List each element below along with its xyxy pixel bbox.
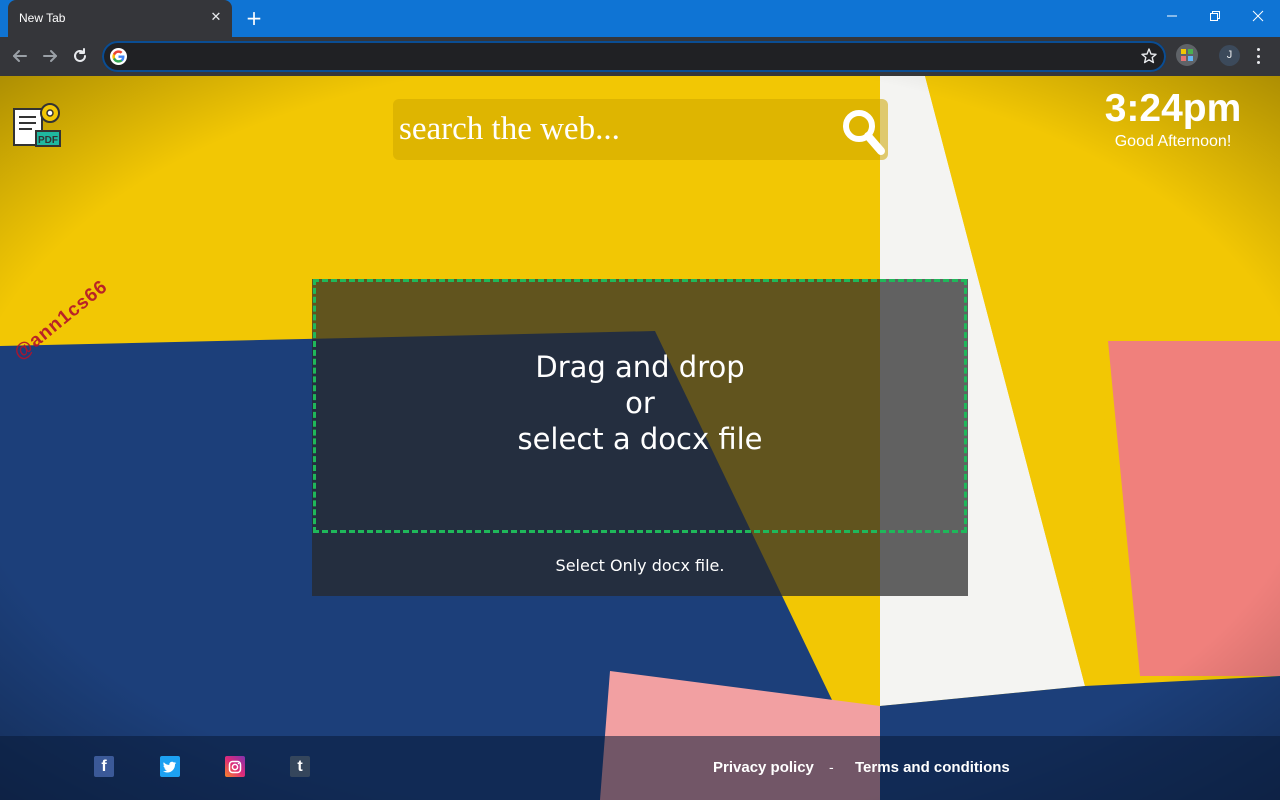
search-bar (393, 99, 888, 160)
file-type-note: Select Only docx file. (555, 556, 725, 575)
search-button[interactable] (840, 107, 888, 157)
profile-avatar[interactable]: J (1219, 45, 1240, 66)
search-input[interactable] (399, 107, 829, 151)
reload-icon[interactable] (69, 45, 91, 67)
search-icon (843, 110, 885, 155)
drop-zone-line-2: or (625, 386, 655, 420)
tab-title: New Tab (19, 11, 66, 25)
restore-icon[interactable] (1201, 4, 1229, 28)
terms-link[interactable]: Terms and conditions (855, 759, 1010, 776)
browser-toolbar: J (0, 37, 1280, 76)
instagram-icon[interactable] (225, 756, 245, 777)
browser-menu-icon[interactable] (1253, 46, 1263, 66)
bookmark-star-icon[interactable] (1140, 47, 1158, 65)
tab-close-icon[interactable]: ✕ (208, 10, 224, 26)
new-tab-page: PDF 3:24pm Good Afternoon! @ann1cs66 Dra… (0, 76, 1280, 800)
google-icon (110, 48, 127, 65)
back-arrow-icon[interactable] (9, 45, 31, 67)
tab-new-tab[interactable]: New Tab ✕ (8, 0, 232, 37)
minimize-icon[interactable] (1158, 4, 1186, 28)
greeting-text: Good Afternoon! (1114, 133, 1232, 150)
tumblr-icon[interactable]: t (290, 756, 310, 777)
extension-icon[interactable] (1176, 44, 1198, 66)
drop-zone-line-3: select a docx file (517, 422, 763, 456)
new-tab-button[interactable]: + (243, 8, 265, 30)
file-drop-zone[interactable]: Drag and drop or select a docx file (313, 279, 967, 533)
footer-bar: f t Privacy policy - Terms and condition… (0, 736, 1280, 800)
window-close-icon[interactable] (1244, 4, 1272, 28)
address-bar[interactable] (102, 41, 1166, 72)
footer-separator: - (829, 759, 834, 775)
clock-time: 3:24pm (1104, 87, 1242, 130)
forward-arrow-icon[interactable] (39, 45, 61, 67)
browser-titlebar: New Tab ✕ + (0, 0, 1280, 37)
privacy-policy-link[interactable]: Privacy policy (713, 759, 814, 776)
pdf-converter-logo-icon: PDF (13, 103, 61, 147)
svg-text:PDF: PDF (38, 135, 58, 146)
twitter-icon[interactable] (160, 756, 180, 777)
clock-widget: 3:24pm Good Afternoon! (1080, 88, 1266, 153)
facebook-icon[interactable]: f (94, 756, 114, 777)
drop-zone-line-1: Drag and drop (535, 350, 745, 384)
address-input[interactable] (132, 46, 1132, 66)
